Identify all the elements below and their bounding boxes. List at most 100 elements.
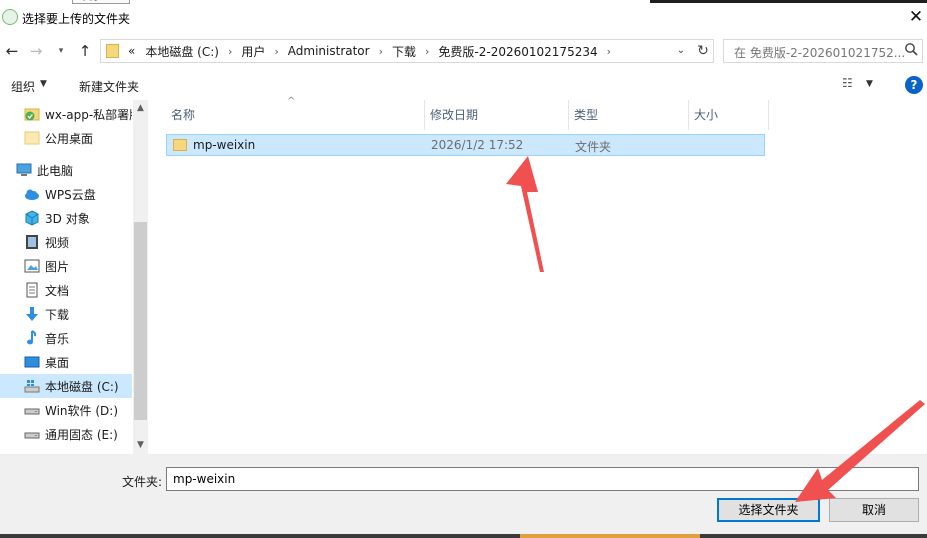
column-header-date[interactable]: 修改日期 bbox=[425, 100, 569, 130]
sidebar-item-label: 文档 bbox=[45, 283, 70, 298]
breadcrumb-separator-icon[interactable]: › bbox=[228, 45, 232, 58]
background-window-strip bbox=[650, 0, 927, 3]
folder-icon bbox=[106, 44, 119, 58]
column-header-label: 名称 bbox=[171, 108, 196, 122]
sidebar-item-label: 视频 bbox=[45, 235, 70, 250]
sidebar-item-label: wx-app-私部署版 bbox=[45, 107, 132, 122]
file-list: 名称 ^ 修改日期 类型 大小 mp-weixin 2026/1/2 17:52… bbox=[153, 96, 927, 454]
taskbar-strip bbox=[0, 534, 927, 538]
sidebar-item-label: Win软件 (D:) bbox=[45, 403, 119, 418]
sidebar-item-public-desktop[interactable]: 公用桌面 bbox=[0, 126, 132, 150]
view-chevron-down-icon[interactable]: ▼ bbox=[866, 79, 873, 89]
window-title: 选择要上传的文件夹 bbox=[22, 12, 131, 26]
breadcrumb-current-folder[interactable]: 免费版-2-20260102175234 bbox=[438, 43, 597, 60]
sidebar-item-general-ssd-e[interactable]: 通用固态 (E:) bbox=[0, 422, 132, 446]
column-header-type[interactable]: 类型 bbox=[569, 100, 689, 130]
breadcrumb-users[interactable]: 用户 bbox=[241, 43, 265, 60]
search-icon bbox=[904, 42, 918, 60]
cloud-icon bbox=[24, 186, 40, 202]
sidebar-item-label: 桌面 bbox=[45, 355, 70, 370]
sidebar-item-label: 通用固态 (E:) bbox=[45, 427, 118, 442]
up-folder-arrow-icon[interactable]: ↑ bbox=[74, 41, 96, 61]
sidebar-item-pictures[interactable]: 图片 bbox=[0, 254, 132, 278]
breadcrumb: « 本地磁盘 (C:) › 用户 › Administrator › 下载 › … bbox=[123, 40, 615, 62]
help-icon[interactable]: ? bbox=[905, 76, 923, 94]
drive-icon bbox=[24, 402, 40, 418]
breadcrumb-overflow-icon[interactable]: « bbox=[128, 44, 135, 58]
navigation-pane: wx-app-私部署版 公用桌面 此电脑 WPS云盘 3D 对象 视频 图片 文… bbox=[0, 100, 148, 454]
desktop-icon bbox=[24, 354, 40, 370]
table-row[interactable]: mp-weixin 2026/1/2 17:52 文件夹 bbox=[166, 134, 765, 156]
sidebar-item-label: 音乐 bbox=[45, 331, 70, 346]
sidebar-item-wps-cloud[interactable]: WPS云盘 bbox=[0, 182, 132, 206]
sidebar-item-label: 公用桌面 bbox=[45, 131, 94, 146]
sidebar-item-music[interactable]: 音乐 bbox=[0, 326, 132, 350]
sidebar-item-label: 此电脑 bbox=[37, 163, 74, 178]
scrollbar-thumb[interactable] bbox=[134, 222, 147, 420]
sidebar-item-videos[interactable]: 视频 bbox=[0, 230, 132, 254]
sidebar-item-wx-app[interactable]: wx-app-私部署版 bbox=[0, 102, 132, 126]
column-header-label: 大小 bbox=[694, 108, 719, 122]
breadcrumb-separator-icon[interactable]: › bbox=[274, 45, 278, 58]
picture-icon bbox=[24, 258, 40, 274]
column-header-size[interactable]: 大小 bbox=[689, 100, 769, 130]
video-icon bbox=[24, 234, 40, 250]
search-input[interactable]: 在 免费版-2-202601021752... bbox=[723, 39, 923, 63]
taskbar-accent bbox=[520, 534, 700, 538]
sidebar-item-local-disk-c[interactable]: 本地磁盘 (C:) bbox=[0, 374, 132, 398]
file-modified-date: 2026/1/2 17:52 bbox=[431, 138, 524, 152]
breadcrumb-separator-icon[interactable]: › bbox=[379, 45, 383, 58]
scroll-down-arrow-icon[interactable]: ▼ bbox=[133, 440, 148, 454]
app-icon bbox=[2, 9, 18, 25]
sidebar-item-downloads[interactable]: 下载 bbox=[0, 302, 132, 326]
music-icon bbox=[24, 330, 40, 346]
download-icon bbox=[24, 306, 40, 322]
breadcrumb-separator-icon[interactable]: › bbox=[607, 45, 611, 58]
address-dropdown-chevron-icon[interactable]: ⌄ bbox=[673, 40, 689, 62]
organize-chevron-down-icon[interactable]: ▼ bbox=[40, 79, 47, 89]
folder-icon bbox=[24, 130, 40, 146]
folder-icon bbox=[173, 139, 187, 151]
sidebar-item-this-pc[interactable]: 此电脑 bbox=[0, 158, 132, 182]
breadcrumb-administrator[interactable]: Administrator bbox=[288, 44, 370, 58]
back-arrow-icon[interactable]: ← bbox=[2, 41, 22, 61]
drive-c-icon bbox=[24, 378, 40, 394]
column-header-label: 类型 bbox=[574, 108, 599, 122]
column-header-name[interactable]: 名称 bbox=[166, 100, 425, 130]
title-bar bbox=[0, 0, 927, 38]
breadcrumb-local-disk[interactable]: 本地磁盘 (C:) bbox=[145, 43, 219, 60]
folder-field-label: 文件夹: bbox=[122, 475, 163, 489]
column-header-label: 修改日期 bbox=[430, 108, 479, 122]
sidebar-item-documents[interactable]: 文档 bbox=[0, 278, 132, 302]
sidebar-item-label: 图片 bbox=[45, 259, 70, 274]
sidebar-item-win-software-d[interactable]: Win软件 (D:) bbox=[0, 398, 132, 422]
breadcrumb-separator-icon[interactable]: › bbox=[425, 45, 429, 58]
sort-ascending-icon: ^ bbox=[287, 96, 296, 107]
forward-arrow-icon[interactable]: → bbox=[26, 41, 46, 61]
background-tab: 大小 bbox=[72, 0, 130, 4]
document-icon bbox=[24, 282, 40, 298]
new-folder-button[interactable]: 新建文件夹 bbox=[79, 78, 139, 95]
sidebar-item-label: 3D 对象 bbox=[45, 211, 90, 226]
refresh-icon[interactable]: ↻ bbox=[693, 40, 713, 62]
breadcrumb-downloads[interactable]: 下载 bbox=[392, 43, 416, 60]
recent-locations-chevron-icon[interactable]: ▾ bbox=[54, 41, 68, 61]
organize-button[interactable]: 组织 bbox=[11, 78, 35, 95]
close-button[interactable]: ✕ bbox=[906, 8, 926, 28]
drive-icon bbox=[24, 426, 40, 442]
computer-icon bbox=[16, 162, 32, 178]
select-folder-button[interactable]: 选择文件夹 bbox=[717, 498, 820, 522]
view-options-icon[interactable]: ☷ bbox=[842, 76, 860, 92]
folder-name-input[interactable] bbox=[166, 467, 919, 491]
sidebar-item-3d-objects[interactable]: 3D 对象 bbox=[0, 206, 132, 230]
address-bar[interactable]: « 本地磁盘 (C:) › 用户 › Administrator › 下载 › … bbox=[100, 39, 714, 63]
cube-icon bbox=[24, 210, 40, 226]
file-type: 文件夹 bbox=[575, 140, 612, 154]
sidebar-item-label: 本地磁盘 (C:) bbox=[45, 379, 119, 394]
cancel-button[interactable]: 取消 bbox=[829, 498, 919, 522]
check-folder-icon bbox=[24, 106, 40, 122]
scroll-up-arrow-icon[interactable]: ▲ bbox=[133, 103, 148, 117]
file-name: mp-weixin bbox=[193, 138, 256, 152]
search-placeholder: 在 免费版-2-202601021752... bbox=[734, 46, 906, 60]
sidebar-item-desktop[interactable]: 桌面 bbox=[0, 350, 132, 374]
